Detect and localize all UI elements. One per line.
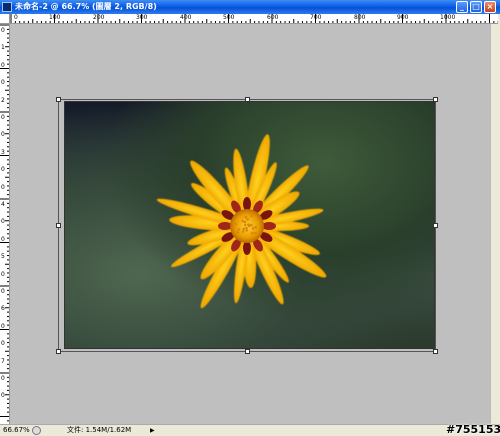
ruler-label: 100 [49,14,61,21]
ruler-label: 6 [1,305,5,313]
ruler-label: 200 [93,14,105,21]
ruler-label: 1000 [440,14,456,21]
ruler-label: 0 [1,322,5,330]
ruler-label: 0 [1,392,5,400]
status-menu-arrow-icon[interactable]: ▶ [150,426,155,435]
ruler-label: 3 [1,148,5,156]
vertical-ruler[interactable]: 0 1 0 0 2 0 0 3 0 0 4 0 0 5 0 0 6 0 0 7 0 0 [0,24,10,424]
ruler-label: 0 [1,166,5,174]
document-size: 文件: 1.54M/1.62M [67,426,132,434]
ruler-label: 300 [136,14,148,21]
ruler-label: 0 [1,375,5,382]
ruler-label: 1 [1,44,5,52]
watermark: #755153 [446,423,500,436]
ruler-label: 0 [1,340,5,348]
ruler-label: 0 [1,79,5,87]
transform-handle-top-left[interactable] [56,97,61,102]
ruler-label: 400 [180,14,192,21]
zoom-level[interactable]: 66.67% [3,425,30,435]
ruler-label: 800 [354,14,366,21]
transform-handle-bottom-right[interactable] [433,349,438,354]
ruler-label: 5 [1,253,5,261]
ruler-label: 0 [1,270,5,278]
maximize-button[interactable]: □ [470,1,482,13]
ruler-label: 0 [1,235,5,243]
window-title: 未命名-2 @ 66.7% (圖層 2, RGB/8) [15,2,157,11]
transform-handle-top-right[interactable] [433,97,438,102]
ruler-label: 500 [223,14,235,21]
ruler-label: 600 [267,14,279,21]
ruler-label: 0 [1,27,5,34]
ruler-label: 0 [1,114,5,121]
minimize-button[interactable]: _ [456,1,468,13]
photoshop-icon[interactable] [2,2,12,12]
status-info-icon[interactable] [32,426,41,435]
ruler-label: 0 [1,288,5,295]
ruler-label: 0 [1,61,5,69]
ruler-label: 0 [1,183,5,191]
ruler-label: 700 [310,14,322,21]
ruler-label: 4 [1,201,5,208]
transform-handle-top[interactable] [245,97,250,102]
close-button[interactable]: × [484,1,496,13]
transform-handle-left[interactable] [56,223,61,228]
vertical-scrollbar[interactable] [490,24,500,424]
transform-handle-right[interactable] [433,223,438,228]
ruler-label: 900 [397,14,409,21]
ruler-label: 0 [1,218,5,226]
ruler-label: 2 [1,96,5,104]
transform-handle-bottom-left[interactable] [56,349,61,354]
ruler-origin[interactable] [0,14,10,24]
ruler-label: 0 [1,131,5,139]
title-bar: 未命名-2 @ 66.7% (圖層 2, RGB/8) _ □ × [0,0,500,14]
ruler-label: 7 [1,357,5,365]
ruler-label: 0 [14,14,18,21]
transform-handle-bottom[interactable] [245,349,250,354]
horizontal-ruler[interactable]: 0 100 200 300 400 500 600 700 800 900 10… [10,14,498,24]
transform-bounding-box[interactable] [58,99,436,352]
horizontal-ruler-ticks [10,14,498,23]
status-bar: 66.67% 文件: 1.54M/1.62M ▶ [0,424,500,436]
